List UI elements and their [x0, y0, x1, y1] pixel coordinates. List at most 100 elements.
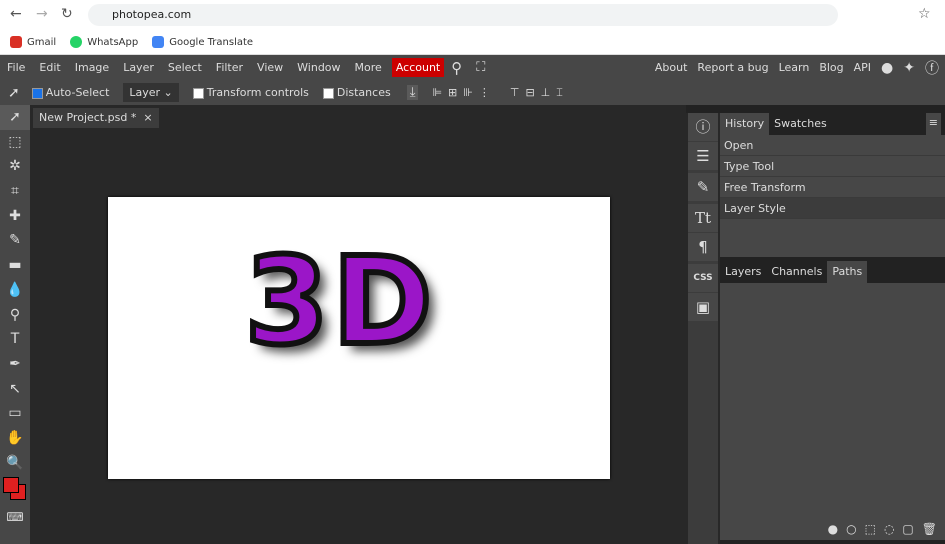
align-middle-icon[interactable]: ⊟ [525, 86, 534, 99]
move-tool-icon: ➚ [8, 84, 20, 101]
history-list: Open Type Tool Free Transform Layer Styl… [720, 135, 945, 257]
hand-tool-icon[interactable]: ✋ [0, 426, 30, 451]
align-top-icon[interactable]: ⊤ [510, 86, 520, 99]
bookmark-label: Google Translate [169, 36, 254, 48]
browser-toolbar: ← → ↻ photopea.com ☆ [0, 0, 945, 30]
menu-learn[interactable]: Learn [779, 61, 810, 74]
paragraph-icon[interactable]: ¶ [688, 233, 718, 261]
history-item[interactable]: Layer Style [720, 198, 945, 219]
tab-swatches[interactable]: Swatches [769, 113, 832, 135]
bookmark-gmail[interactable]: Gmail [10, 36, 56, 48]
distances-label: Distances [336, 86, 391, 99]
healing-tool-icon[interactable]: ✚ [0, 204, 30, 229]
back-icon[interactable]: ← [10, 6, 22, 22]
checkbox-icon [192, 87, 204, 99]
distribute-horizontal-icon[interactable]: ⌶ [556, 86, 563, 100]
history-item[interactable]: Free Transform [720, 177, 945, 198]
crop-tool-icon[interactable]: ⌗ [0, 179, 30, 204]
menu-blog[interactable]: Blog [819, 61, 843, 74]
magic-wand-tool-icon[interactable]: ✲ [0, 154, 30, 179]
blur-tool-icon[interactable]: 💧 [0, 278, 30, 303]
tab-history[interactable]: History [720, 113, 770, 135]
tab-channels[interactable]: Channels [766, 261, 827, 283]
tab-layers[interactable]: Layers [720, 261, 766, 283]
bookmark-google-translate[interactable]: Google Translate [152, 36, 253, 48]
menu-view[interactable]: View [250, 61, 290, 74]
distances-checkbox[interactable]: Distances [322, 86, 391, 99]
reload-icon[interactable]: ↻ [61, 6, 73, 22]
forward-icon[interactable]: → [36, 6, 48, 22]
panel-menu-icon[interactable]: ≡ [925, 113, 941, 135]
menu-edit[interactable]: Edit [32, 61, 67, 74]
canvas-3d-text: 3D [242, 233, 437, 372]
paths-panel: ● ○ ⬚ ◌ ▢ 🗑 [720, 283, 945, 540]
menu-select[interactable]: Select [161, 61, 209, 74]
menu-more[interactable]: More [348, 61, 389, 74]
css-icon[interactable]: CSS [688, 264, 718, 292]
brush-settings-icon[interactable]: ✎ [688, 173, 718, 201]
document-tab[interactable]: New Project.psd * × [33, 108, 159, 128]
align-left-icon[interactable]: ⊫ [432, 86, 442, 99]
transform-controls-checkbox[interactable]: Transform controls [192, 86, 309, 99]
auto-select-label: Auto-Select [45, 86, 110, 99]
align-bottom-icon[interactable]: ⊥ [541, 86, 551, 99]
menu-report-bug[interactable]: Report a bug [697, 61, 768, 74]
shape-tool-icon[interactable]: ▭ [0, 401, 30, 426]
move-tool-icon[interactable]: ➚ [0, 105, 30, 130]
address-bar[interactable]: photopea.com [88, 4, 838, 26]
translate-icon [152, 36, 165, 48]
dodge-tool-icon[interactable]: ⚲ [0, 303, 30, 328]
tools-panel: ➚ ⬚ ✲ ⌗ ✚ ✎ ▬ 💧 ⚲ T ✒ ↖ ▭ ✋ 🔍 ⌨ [0, 105, 30, 544]
menu-about[interactable]: About [655, 61, 688, 74]
adjustments-icon[interactable]: ☰ [688, 142, 718, 170]
type-tool-icon[interactable]: T [0, 327, 30, 352]
menu-window[interactable]: Window [290, 61, 347, 74]
fullscreen-icon[interactable]: ⛶ [469, 60, 492, 75]
path-from-selection-icon[interactable]: ◌ [884, 522, 894, 536]
twitter-icon[interactable]: ✦ [903, 60, 915, 76]
right-panels: History Swatches ≡ Open Type Tool Free T… [720, 105, 945, 544]
menu-layer[interactable]: Layer [116, 61, 161, 74]
new-path-icon[interactable]: ▢ [902, 522, 913, 536]
align-right-icon[interactable]: ⊪ [463, 86, 473, 99]
reddit-icon[interactable]: ● [881, 60, 893, 76]
distribute-icon[interactable]: ⋮ [479, 86, 490, 99]
download-icon[interactable]: ⤓ [406, 85, 419, 100]
menu-file[interactable]: File [0, 61, 32, 74]
gradient-tool-icon[interactable]: ▬ [0, 253, 30, 278]
foreground-color[interactable] [3, 477, 19, 494]
tab-paths[interactable]: Paths [827, 261, 868, 283]
menu-image[interactable]: Image [68, 61, 116, 74]
document-tab-label: New Project.psd * [39, 111, 137, 124]
zoom-tool-icon[interactable]: 🔍 [0, 451, 30, 476]
image-icon[interactable]: ▣ [688, 293, 718, 321]
align-center-icon[interactable]: ⊞ [448, 86, 457, 99]
selection-from-path-icon[interactable]: ⬚ [865, 522, 876, 536]
bookmark-star-icon[interactable]: ☆ [918, 6, 931, 22]
close-tab-icon[interactable]: × [143, 111, 152, 124]
layers-panel-tabs: Layers Channels Paths [720, 261, 945, 283]
pen-tool-icon[interactable]: ✒ [0, 352, 30, 377]
info-icon[interactable]: ⓘ [688, 113, 718, 141]
bookmark-whatsapp[interactable]: WhatsApp [70, 36, 138, 48]
character-icon[interactable]: Tt [688, 204, 718, 232]
history-item[interactable]: Type Tool [720, 156, 945, 177]
menu-api[interactable]: API [854, 61, 871, 74]
facebook-icon[interactable]: ⓕ [925, 58, 939, 78]
fill-path-icon[interactable]: ● [828, 522, 838, 536]
marquee-tool-icon[interactable]: ⬚ [0, 130, 30, 155]
color-swatches[interactable] [0, 475, 30, 505]
delete-path-icon[interactable]: 🗑 [922, 522, 937, 536]
auto-select-checkbox[interactable]: Auto-Select [31, 86, 110, 99]
menu-filter[interactable]: Filter [209, 61, 250, 74]
layer-select-value: Layer [129, 86, 161, 99]
search-icon[interactable]: ⚲ [444, 59, 469, 77]
stroke-path-icon[interactable]: ○ [846, 522, 856, 536]
checkbox-icon [31, 87, 43, 99]
keyboard-icon[interactable]: ⌨ [0, 505, 30, 530]
brush-tool-icon[interactable]: ✎ [0, 228, 30, 253]
path-select-tool-icon[interactable]: ↖ [0, 377, 30, 402]
history-item[interactable]: Open [720, 135, 945, 156]
account-button[interactable]: Account [391, 58, 445, 77]
layer-select[interactable]: Layer ⌄ [123, 83, 179, 102]
